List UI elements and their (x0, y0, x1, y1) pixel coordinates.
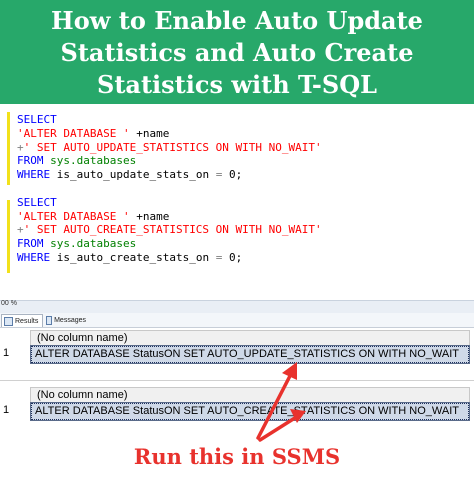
annotation-caption: Run this in SSMS (133, 444, 341, 469)
annotation-arrows (256, 362, 306, 442)
arrow-to-first-result (256, 370, 294, 440)
